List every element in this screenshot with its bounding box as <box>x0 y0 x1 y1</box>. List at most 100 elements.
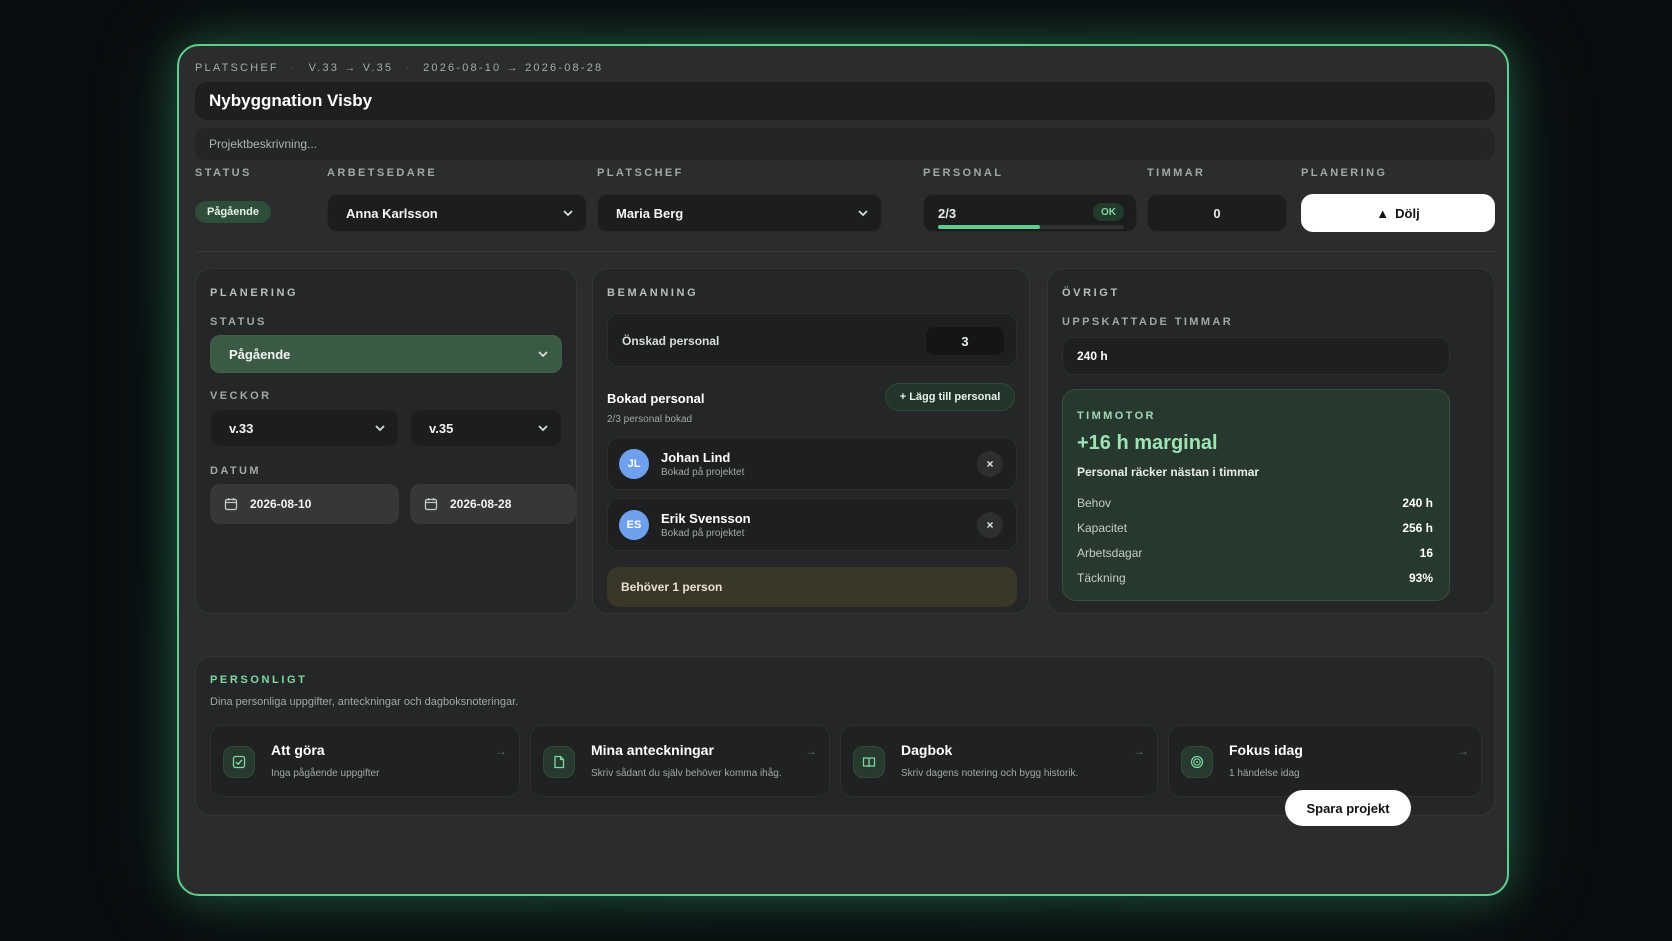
uppskattade-timmar-input[interactable]: 240 h <box>1062 337 1450 375</box>
todo-card[interactable]: Att göra Inga pågående uppgifter → <box>210 725 520 797</box>
breadcrumb-separator: · <box>405 62 412 74</box>
onskad-personal-row: Önskad personal 3 <box>607 313 1017 367</box>
timmar-input[interactable]: 0 <box>1147 194 1287 232</box>
diary-card-title: Dagbok <box>901 742 953 758</box>
bemanning-panel: BEMANNING Önskad personal 3 Bokad person… <box>592 268 1030 614</box>
personligt-subtitle: Dina personliga uppgifter, anteckningar … <box>210 696 519 708</box>
personal-progress-bar <box>938 225 1124 229</box>
save-project-button[interactable]: Spara projekt <box>1285 790 1411 826</box>
calendar-icon <box>224 497 238 511</box>
planering-status-value: Pågående <box>229 346 291 362</box>
book-icon <box>853 746 885 778</box>
arrow-right-icon: → <box>495 744 507 758</box>
kapacitet-label: Kapacitet <box>1077 521 1128 535</box>
add-personal-button[interactable]: + Lägg till personal <box>885 383 1015 411</box>
project-description-input[interactable]: Projektbeskrivning... <box>195 128 1495 160</box>
tackning-row: Täckning 93% <box>1077 571 1433 585</box>
chevron-down-icon <box>537 348 549 360</box>
timmotor-card: TIMMOTOR +16 h marginal Personal räcker … <box>1062 389 1450 601</box>
kapacitet-value: 256 h <box>1402 521 1433 535</box>
breadcrumb-separator: · <box>290 62 297 74</box>
datum-label: DATUM <box>210 465 261 477</box>
arbetsledare-value: Anna Karlsson <box>346 205 438 221</box>
arrow-right-icon: → <box>805 744 817 758</box>
onskad-personal-input[interactable]: 3 <box>926 327 1004 355</box>
todo-card-subtitle: Inga pågående uppgifter <box>271 768 380 779</box>
arbetsdagar-label: Arbetsdagar <box>1077 546 1143 560</box>
bokad-personal-count: 2/3 personal bokad <box>607 414 693 425</box>
arbetsledare-select[interactable]: Anna Karlsson <box>327 194 587 232</box>
planering-status-select[interactable]: Pågående <box>210 335 562 373</box>
planering-status-label: STATUS <box>210 316 267 328</box>
status-label: STATUS <box>195 167 252 179</box>
personal-value: 2/3 <box>938 206 957 221</box>
notes-card-subtitle: Skriv sådant du själv behöver komma ihåg… <box>591 768 782 779</box>
person-status: Bokad på projektet <box>661 528 745 539</box>
week-to-select[interactable]: v.35 <box>410 409 562 447</box>
avatar: ES <box>619 510 649 540</box>
behov-label: Behov <box>1077 496 1112 510</box>
close-icon: × <box>986 518 994 532</box>
focus-card-title: Fokus idag <box>1229 742 1303 758</box>
document-icon <box>543 746 575 778</box>
chevron-down-icon <box>857 207 869 219</box>
uppskattade-timmar-label: UPPSKATTADE TIMMAR <box>1062 316 1234 328</box>
bokad-personal-title: Bokad personal <box>607 391 705 406</box>
timmotor-label: TIMMOTOR <box>1077 410 1156 422</box>
tackning-label: Täckning <box>1077 571 1126 585</box>
status-badge: Pågående <box>195 201 271 223</box>
avatar: JL <box>619 449 649 479</box>
staffing-warning: Behöver 1 person <box>607 567 1017 607</box>
veckor-label: VECKOR <box>210 390 272 402</box>
behov-value: 240 h <box>1402 496 1433 510</box>
breadcrumb-dates: 2026-08-10 → 2026-08-28 <box>423 62 604 74</box>
project-modal: PLATSCHEF · V.33 → V.35 · 2026-08-10 → 2… <box>177 44 1509 896</box>
personal-label: PERSONAL <box>923 167 1004 179</box>
focus-card[interactable]: Fokus idag 1 händelse idag → <box>1168 725 1482 797</box>
hide-planning-button[interactable]: ▲ Dölj <box>1301 194 1495 232</box>
close-icon: × <box>986 457 994 471</box>
date-from-value: 2026-08-10 <box>250 497 312 511</box>
week-from-value: v.33 <box>229 420 254 436</box>
behov-row: Behov 240 h <box>1077 496 1433 510</box>
breadcrumb-role: PLATSCHEF <box>195 62 279 74</box>
target-icon <box>1181 746 1213 778</box>
remove-person-button[interactable]: × <box>977 451 1003 477</box>
date-from-input[interactable]: 2026-08-10 <box>210 484 399 524</box>
planering-panel: PLANERING STATUS Pågående VECKOR v.33 v.… <box>195 268 577 614</box>
platschef-select[interactable]: Maria Berg <box>597 194 882 232</box>
todo-card-title: Att göra <box>271 742 325 758</box>
person-row: JL Johan Lind Bokad på projektet × <box>607 437 1017 490</box>
chevron-down-icon <box>537 422 549 434</box>
planering-title: PLANERING <box>210 287 299 299</box>
remove-person-button[interactable]: × <box>977 512 1003 538</box>
person-name: Johan Lind <box>661 450 731 465</box>
notes-card[interactable]: Mina anteckningar Skriv sådant du själv … <box>530 725 830 797</box>
platschef-value: Maria Berg <box>616 205 684 221</box>
person-name: Erik Svensson <box>661 511 751 526</box>
breadcrumb: PLATSCHEF · V.33 → V.35 · 2026-08-10 → 2… <box>195 62 603 74</box>
project-title-input[interactable]: Nybyggnation Visby <box>195 82 1495 120</box>
kapacitet-row: Kapacitet 256 h <box>1077 521 1433 535</box>
arbetsdagar-value: 16 <box>1419 546 1433 560</box>
diary-card[interactable]: Dagbok Skriv dagens notering och bygg hi… <box>840 725 1158 797</box>
diary-card-subtitle: Skriv dagens notering och bygg historik. <box>901 768 1079 779</box>
ovrigt-title: ÖVRIGT <box>1062 287 1120 299</box>
checkbox-icon <box>223 746 255 778</box>
calendar-icon <box>424 497 438 511</box>
personligt-title: PERSONLIGT <box>210 674 308 686</box>
week-from-select[interactable]: v.33 <box>210 409 399 447</box>
platschef-label: PLATSCHEF <box>597 167 684 179</box>
arbetsdagar-row: Arbetsdagar 16 <box>1077 546 1433 560</box>
week-to-value: v.35 <box>429 420 454 436</box>
person-status: Bokad på projektet <box>661 467 745 478</box>
divider <box>195 251 1495 252</box>
personal-ok-badge: OK <box>1093 203 1124 221</box>
planering-label: PLANERING <box>1301 167 1388 179</box>
chevron-down-icon <box>374 422 386 434</box>
arrow-right-icon: → <box>1457 744 1469 758</box>
date-to-input[interactable]: 2026-08-28 <box>410 484 576 524</box>
personal-indicator: 2/3 OK <box>923 194 1137 232</box>
ovrigt-panel: ÖVRIGT UPPSKATTADE TIMMAR 240 h TIMMOTOR… <box>1047 268 1495 614</box>
personal-progress-fill <box>938 225 1041 229</box>
